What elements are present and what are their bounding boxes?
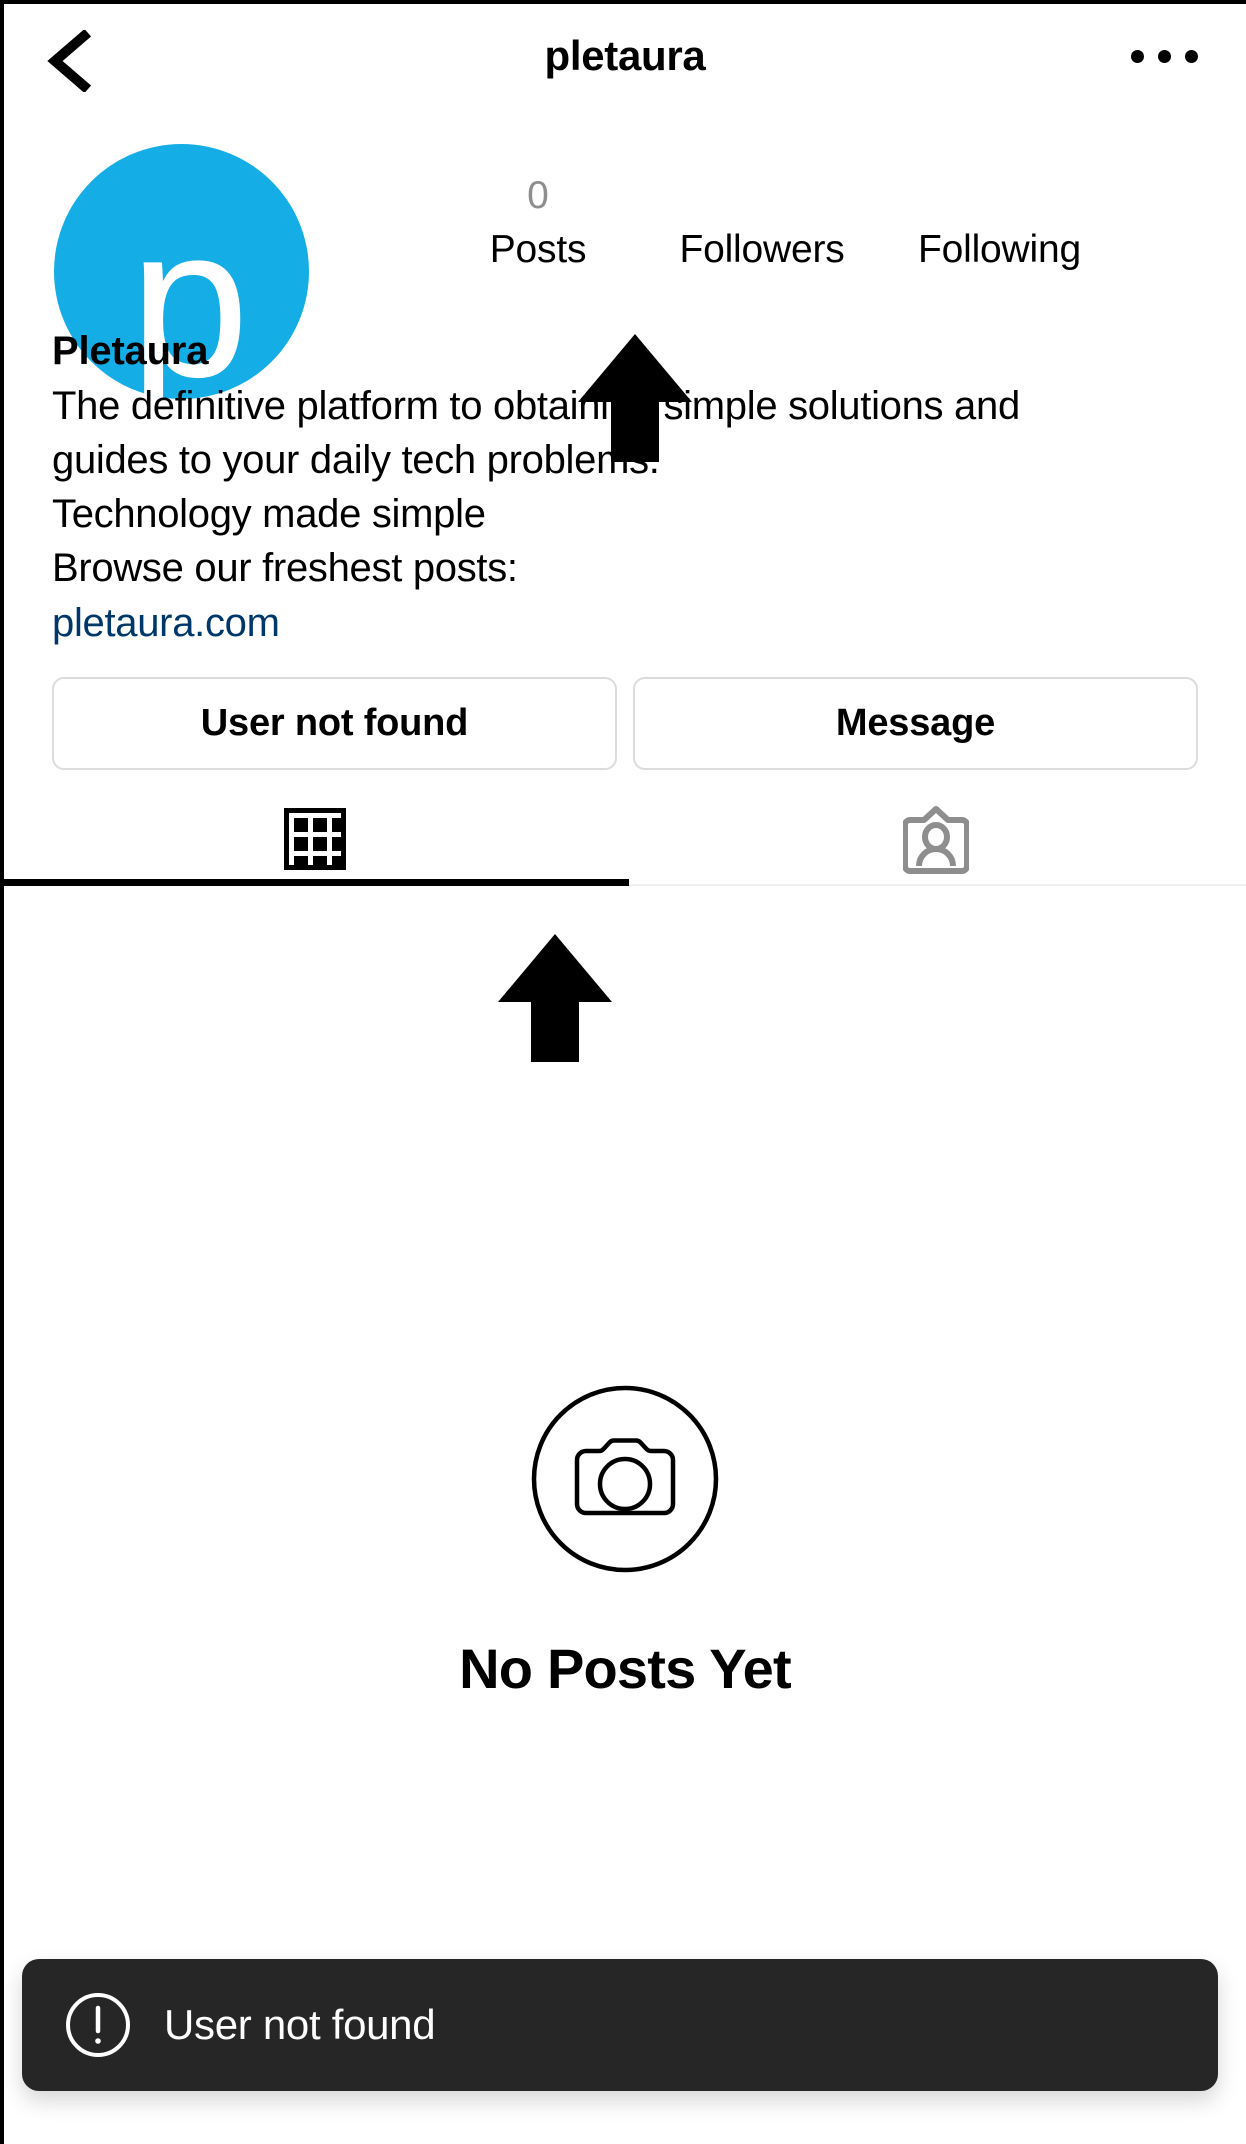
bio-line: guides to your daily tech problems. — [52, 438, 660, 482]
bio-block: Pletaura The definitive platform to obta… — [52, 312, 1192, 651]
grid-cell — [312, 856, 327, 870]
grid-cell — [312, 818, 327, 832]
bio-line: Browse our freshest posts: — [52, 546, 518, 590]
grid-cell — [293, 856, 308, 870]
bio-line: Technology made simple — [52, 492, 486, 536]
grid-cell — [293, 837, 308, 851]
empty-state: No Posts Yet — [4, 1384, 1246, 1701]
camera-circle-icon — [530, 1384, 720, 1574]
stat-following-count — [882, 170, 1117, 222]
bio-website-link[interactable]: pletaura.com — [52, 595, 1192, 651]
grid-cell — [331, 856, 346, 870]
message-button[interactable]: Message — [633, 677, 1198, 770]
follow-button[interactable]: User not found — [52, 677, 617, 770]
stat-followers-count — [642, 170, 882, 222]
instagram-profile-screen: pletaura p 0 Posts Followers Following P… — [0, 0, 1246, 2144]
stat-followers[interactable]: Followers — [642, 170, 882, 278]
active-tab-underline — [4, 879, 629, 886]
dot — [1131, 50, 1144, 63]
arrow-shaft — [531, 1000, 579, 1062]
grid-cell — [331, 818, 346, 832]
tab-grid[interactable] — [4, 794, 625, 884]
arrow-head — [498, 934, 612, 1002]
stat-followers-label: Followers — [679, 228, 845, 271]
grid-cell — [331, 837, 346, 851]
empty-state-title: No Posts Yet — [459, 1637, 792, 1700]
bio-line: The definitive platform to obtaining sim… — [52, 384, 1020, 428]
toast-notification: User not found — [22, 1959, 1218, 2091]
tagged-person-icon — [902, 804, 969, 874]
profile-tabbar — [4, 794, 1246, 886]
grid-cell — [312, 837, 327, 851]
stat-following[interactable]: Following — [882, 170, 1117, 278]
grid-cell — [293, 818, 308, 832]
app-header: pletaura — [4, 4, 1246, 122]
tab-tagged[interactable] — [625, 794, 1246, 884]
stat-posts[interactable]: 0 Posts — [434, 170, 642, 278]
toast-message: User not found — [164, 2001, 436, 2048]
more-options-icon[interactable] — [1131, 50, 1198, 63]
stat-following-label: Following — [918, 228, 1081, 271]
exclamation-circle-icon — [64, 1991, 132, 2059]
dot — [1185, 50, 1198, 63]
stat-posts-count: 0 — [527, 174, 549, 217]
profile-actions: User not found Message — [52, 677, 1198, 770]
profile-summary: p 0 Posts Followers Following — [4, 122, 1246, 399]
stat-posts-label: Posts — [489, 228, 587, 271]
page-title: pletaura — [544, 32, 706, 79]
dot — [1158, 50, 1171, 63]
grid-icon — [283, 808, 346, 870]
stats-row: 0 Posts Followers Following — [434, 170, 1206, 278]
display-name: Pletaura — [52, 329, 209, 373]
